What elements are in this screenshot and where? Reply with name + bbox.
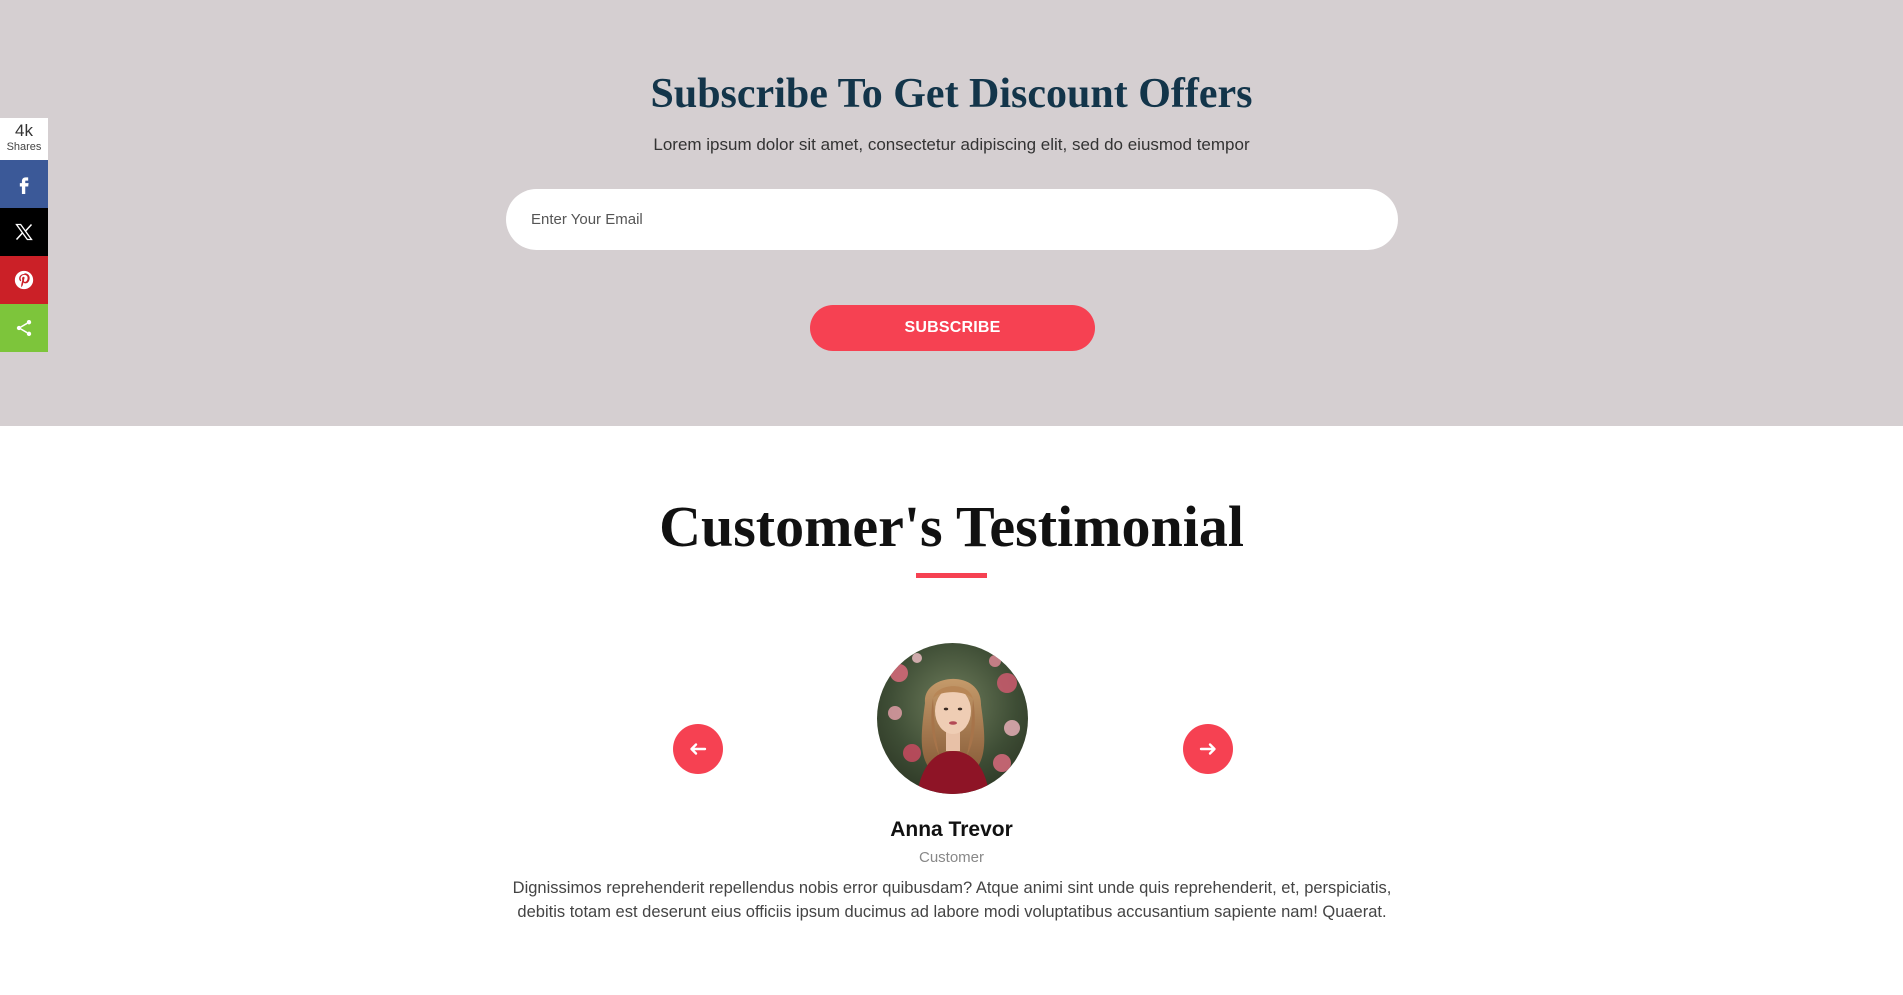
share-count-label: Shares [6,141,42,153]
facebook-share-button[interactable] [0,160,48,208]
share-icon [16,320,32,336]
pinterest-icon [14,270,34,290]
testimonial-title: Customer's Testimonial [659,494,1244,559]
arrow-left-icon [690,743,707,755]
subscribe-button[interactable]: SUBSCRIBE [810,305,1095,351]
generic-share-button[interactable] [0,304,48,352]
customer-name: Anna Trevor [890,818,1013,841]
customer-role: Customer [918,849,985,866]
share-count-number: 4k [15,121,33,140]
next-testimonial-button[interactable] [1183,724,1233,774]
share-count: 4k Shares [0,118,48,160]
facebook-icon [19,177,29,194]
customer-avatar [877,643,1028,794]
title-underline [916,573,987,578]
previous-testimonial-button[interactable] [673,724,723,774]
x-icon [15,223,33,241]
email-field[interactable] [506,189,1398,250]
subscribe-subtitle: Lorem ipsum dolor sit amet, consectetur … [653,135,1250,154]
testimonial-quote: Dignissimos reprehenderit repellendus no… [512,879,1392,921]
arrow-right-icon [1199,743,1216,755]
x-share-button[interactable] [0,208,48,256]
subscribe-title: Subscribe To Get Discount Offers [650,71,1253,117]
subscribe-section: Subscribe To Get Discount Offers Lorem i… [0,0,1903,426]
pinterest-share-button[interactable] [0,256,48,304]
share-bar: 4k Shares [0,118,48,352]
